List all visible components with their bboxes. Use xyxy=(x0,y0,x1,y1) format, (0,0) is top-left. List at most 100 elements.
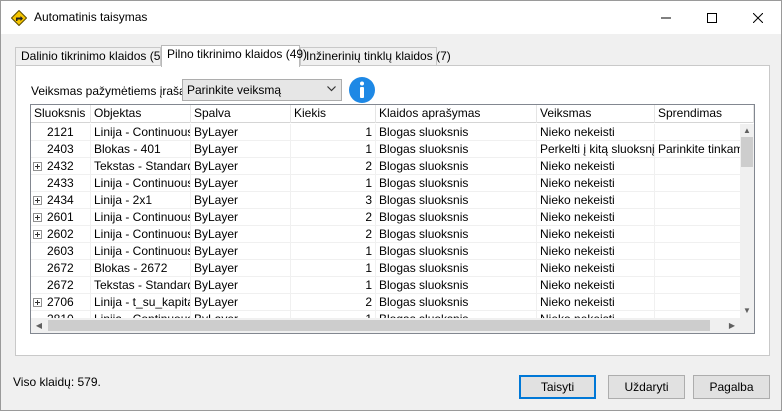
action-select[interactable]: Parinkite veiksmą xyxy=(182,79,342,101)
table-cell[interactable]: Nieko nekeisti xyxy=(537,175,655,192)
table-cell[interactable]: 2 xyxy=(291,209,376,226)
table-cell[interactable]: Tekstas - Standard xyxy=(91,277,191,294)
table-cell[interactable]: Nieko nekeisti xyxy=(537,209,655,226)
table-cell[interactable]: ByLayer xyxy=(191,311,291,318)
table-cell[interactable]: 1 xyxy=(291,175,376,192)
table-cell[interactable]: Blogas sluoksnis xyxy=(376,243,537,260)
table-cell[interactable]: Blogas sluoksnis xyxy=(376,277,537,294)
expand-plus-icon[interactable] xyxy=(33,298,42,307)
table-cell[interactable]: 2 xyxy=(291,294,376,311)
tab-engineering-network-errors[interactable]: Inžinerinių tinklų klaidos (7) xyxy=(300,47,451,66)
table-cell[interactable]: 2 xyxy=(291,226,376,243)
table-cell[interactable]: Linija - Continuous xyxy=(91,311,191,318)
table-cell[interactable]: Linija - Continuous xyxy=(91,175,191,192)
column-header[interactable]: Objektas xyxy=(91,105,191,123)
table-row[interactable]: 2432 Tekstas - Standard ByLayer 2 Blogas slu… xyxy=(31,158,740,175)
table-cell[interactable]: 2434 xyxy=(31,192,91,209)
table-cell[interactable]: 2603 xyxy=(31,243,91,260)
table-cell[interactable]: Nieko nekeisti xyxy=(537,192,655,209)
table-cell[interactable]: Linija - Continuous xyxy=(91,226,191,243)
table-row[interactable]: 2601 Linija - Continuous ByLayer 2 Blogas sl… xyxy=(31,209,740,226)
table-cell[interactable]: Blogas sluoksnis xyxy=(376,124,537,141)
table-cell[interactable]: Blogas sluoksnis xyxy=(376,209,537,226)
table-cell[interactable] xyxy=(655,175,740,192)
table-cell[interactable]: 2706 xyxy=(31,294,91,311)
expand-plus-icon[interactable] xyxy=(33,162,42,171)
column-header[interactable]: Sluoksnis xyxy=(31,105,91,123)
table-cell[interactable]: Nieko nekeisti xyxy=(537,158,655,175)
expand-plus-icon[interactable] xyxy=(33,196,42,205)
table-row[interactable]: 2403 Blokas - 401 ByLayer 1 Blogas sluoksnis… xyxy=(31,141,740,158)
table-cell[interactable]: Nieko nekeisti xyxy=(537,311,655,318)
table-cell[interactable]: 1 xyxy=(291,124,376,141)
table-cell[interactable] xyxy=(655,243,740,260)
table-cell[interactable] xyxy=(655,209,740,226)
table-cell[interactable] xyxy=(655,124,740,141)
table-cell[interactable]: 2 xyxy=(291,158,376,175)
table-row[interactable]: 2672 Tekstas - Standard ByLayer 1 Blogas slu… xyxy=(31,277,740,294)
table-cell[interactable]: ByLayer xyxy=(191,294,291,311)
close-dialog-button[interactable]: Uždaryti xyxy=(608,375,685,399)
table-cell[interactable]: 1 xyxy=(291,141,376,158)
table-cell[interactable]: 2403 xyxy=(31,141,91,158)
errors-grid[interactable]: Sluoksnis Objektas Spalva Kiekis Klaidos… xyxy=(30,104,755,334)
table-cell[interactable]: ByLayer xyxy=(191,124,291,141)
vertical-scrollbar[interactable]: ▲ ▼ xyxy=(740,124,754,318)
table-row[interactable]: 2121 Linija - Continuous ByLayer 1 Blogas sl… xyxy=(31,124,740,141)
horizontal-scroll-thumb[interactable] xyxy=(48,320,710,331)
table-cell[interactable]: 2432 xyxy=(31,158,91,175)
table-cell[interactable]: Blogas sluoksnis xyxy=(376,294,537,311)
table-cell[interactable]: Nieko nekeisti xyxy=(537,243,655,260)
column-header[interactable]: Spalva xyxy=(191,105,291,123)
column-header[interactable]: Sprendimas xyxy=(655,105,754,123)
table-cell[interactable]: Blogas sluoksnis xyxy=(376,226,537,243)
table-cell[interactable]: Tekstas - Standard xyxy=(91,158,191,175)
expand-plus-icon[interactable] xyxy=(33,230,42,239)
table-cell[interactable] xyxy=(655,192,740,209)
table-cell[interactable]: Linija - t_su_kapitalin xyxy=(91,294,191,311)
table-cell[interactable]: ByLayer xyxy=(191,158,291,175)
scroll-left-icon[interactable]: ◀ xyxy=(33,320,45,331)
scroll-up-icon[interactable]: ▲ xyxy=(742,126,752,136)
table-cell[interactable]: Blokas - 2672 xyxy=(91,260,191,277)
table-cell[interactable]: 2672 xyxy=(31,277,91,294)
table-cell[interactable]: 2121 xyxy=(31,124,91,141)
table-cell[interactable] xyxy=(655,158,740,175)
column-header[interactable]: Veiksmas xyxy=(537,105,655,123)
table-cell[interactable]: Parinkite tinkamą xyxy=(655,141,740,158)
table-cell[interactable]: Blokas - 401 xyxy=(91,141,191,158)
table-cell[interactable]: ByLayer xyxy=(191,141,291,158)
table-cell[interactable] xyxy=(655,226,740,243)
table-cell[interactable] xyxy=(655,311,740,318)
table-row[interactable]: 2433 Linija - Continuous ByLayer 1 Blogas sl… xyxy=(31,175,740,192)
table-row[interactable]: 2434 Linija - 2x1 ByLayer 3 Blogas sluoksnis… xyxy=(31,192,740,209)
table-cell[interactable]: Nieko nekeisti xyxy=(537,226,655,243)
maximize-button[interactable] xyxy=(689,1,735,34)
vertical-scroll-thumb[interactable] xyxy=(741,137,753,167)
scroll-right-icon[interactable]: ▶ xyxy=(726,320,738,331)
table-cell[interactable]: Linija - Continuous xyxy=(91,243,191,260)
table-row[interactable]: 2602 Linija - Continuous ByLayer 2 Blogas sl… xyxy=(31,226,740,243)
table-cell[interactable]: Nieko nekeisti xyxy=(537,124,655,141)
table-cell[interactable]: Blogas sluoksnis xyxy=(376,141,537,158)
table-cell[interactable]: 1 xyxy=(291,260,376,277)
scroll-down-icon[interactable]: ▼ xyxy=(742,306,752,316)
column-header[interactable]: Kiekis xyxy=(291,105,376,123)
table-cell[interactable]: 3 xyxy=(291,192,376,209)
minimize-button[interactable] xyxy=(643,1,689,34)
close-button[interactable] xyxy=(735,1,781,34)
tab-full-check-errors[interactable]: Pilno tikrinimo klaidos (49) xyxy=(161,45,307,67)
table-cell[interactable]: 2601 xyxy=(31,209,91,226)
table-row[interactable]: 2810 Linija - ContinuousByLayer1Blogas sl… xyxy=(31,311,740,318)
table-cell[interactable]: Linija - 2x1 xyxy=(91,192,191,209)
table-row[interactable]: 2603 Linija - Continuous ByLayer 1 Blogas sl… xyxy=(31,243,740,260)
title-bar[interactable]: Automatinis taisymas xyxy=(1,1,781,34)
table-cell[interactable]: ByLayer xyxy=(191,243,291,260)
table-cell[interactable]: ByLayer xyxy=(191,260,291,277)
table-cell[interactable]: 1 xyxy=(291,243,376,260)
table-cell[interactable] xyxy=(655,277,740,294)
table-cell[interactable]: Blogas sluoksnis xyxy=(376,311,537,318)
horizontal-scrollbar[interactable]: ◀ ▶ xyxy=(31,318,740,333)
table-cell[interactable] xyxy=(655,294,740,311)
table-cell[interactable]: ByLayer xyxy=(191,175,291,192)
